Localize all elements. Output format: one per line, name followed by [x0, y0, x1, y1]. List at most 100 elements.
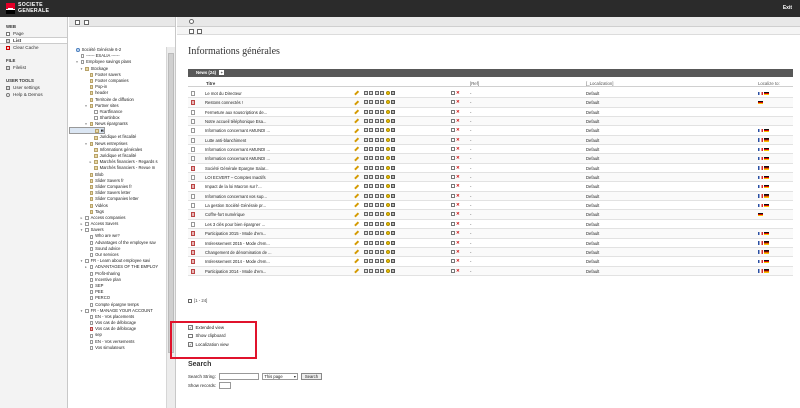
folder-icon[interactable]	[89, 97, 94, 102]
copy-icon[interactable]	[380, 109, 384, 114]
record-title[interactable]: Les 3 clés pour bien épargner ...	[205, 222, 265, 227]
record-title[interactable]: Information concernant AMUNDI ...	[205, 128, 270, 133]
move-icon[interactable]	[374, 259, 379, 264]
flag-fr-icon[interactable]	[758, 250, 763, 254]
globe-icon[interactable]	[76, 48, 80, 53]
view-icon[interactable]	[363, 128, 368, 133]
table-row[interactable]: Intéressement 2014 - Mode d'em... ✕ - Defau…	[188, 257, 793, 267]
folder-icon[interactable]	[89, 72, 94, 77]
expand-toggle-icon[interactable]: ▾	[85, 141, 88, 147]
move-icon[interactable]	[374, 119, 379, 124]
copy-icon[interactable]	[380, 100, 384, 105]
view-icon[interactable]	[363, 259, 368, 264]
table-row[interactable]: Participation 2015 - Mode d'em... ✕ - Defau…	[188, 229, 793, 239]
module-user-settings[interactable]: User settings	[0, 84, 67, 91]
search-input[interactable]	[218, 373, 259, 380]
view-icon[interactable]	[363, 268, 368, 273]
record-icon[interactable]	[191, 128, 195, 134]
expand-toggle-icon[interactable]: ▸	[89, 159, 92, 165]
link-icon[interactable]	[451, 221, 455, 226]
move-icon[interactable]	[374, 221, 379, 226]
flag-de-icon[interactable]	[764, 175, 769, 180]
folder-icon[interactable]	[89, 191, 94, 196]
copy-icon[interactable]	[380, 203, 384, 208]
hide-toggle-icon[interactable]	[385, 221, 390, 226]
hide-toggle-icon[interactable]	[385, 109, 390, 114]
flag-de-icon[interactable]	[764, 147, 769, 152]
view-icon[interactable]	[363, 249, 368, 254]
page-icon[interactable]	[89, 296, 94, 301]
hide-toggle-icon[interactable]	[385, 156, 390, 161]
delete-icon[interactable]	[391, 212, 395, 217]
record-icon[interactable]	[191, 184, 195, 190]
flag-fr-icon[interactable]	[758, 166, 763, 170]
edit-icon[interactable]	[354, 221, 359, 227]
refresh-icon[interactable]	[197, 28, 202, 34]
copy-icon[interactable]	[380, 119, 384, 124]
edit-icon[interactable]	[354, 202, 359, 208]
flag-de-icon[interactable]	[764, 91, 769, 95]
link-icon[interactable]	[451, 91, 455, 95]
table-row[interactable]: Notre accueil téléphonique Esa... ✕ - Defau…	[188, 117, 793, 127]
table-row[interactable]: Impact de la loi Macron sur l'... ✕ - Defau…	[188, 182, 793, 192]
page-icon[interactable]	[89, 284, 94, 289]
view-icon[interactable]	[189, 28, 194, 34]
delete-icon[interactable]	[391, 156, 395, 161]
new-page-icon[interactable]	[75, 20, 80, 25]
module-list[interactable]: List	[0, 37, 67, 44]
page-icon[interactable]	[89, 302, 94, 307]
edit-icon[interactable]	[354, 249, 359, 255]
edit-icon[interactable]	[354, 268, 359, 273]
record-title[interactable]: Notre accueil téléphonique Esa...	[205, 119, 266, 124]
copy-icon[interactable]	[380, 156, 384, 161]
flag-de-icon[interactable]	[758, 100, 763, 105]
view-icon[interactable]	[363, 137, 368, 142]
history-icon[interactable]	[369, 100, 373, 105]
table-row[interactable]: Intéressement 2015 - Mode d'em... ✕ - Defau…	[188, 239, 793, 248]
edit-icon[interactable]	[354, 174, 359, 180]
add-record-button[interactable]: +	[219, 70, 225, 76]
folder-icon[interactable]	[89, 141, 94, 146]
remove-icon[interactable]: ✕	[456, 118, 460, 123]
page-icon[interactable]	[85, 215, 89, 220]
page-icon[interactable]	[89, 265, 94, 270]
remove-icon[interactable]: ✕	[456, 128, 460, 133]
exit-button[interactable]: Exit	[783, 5, 792, 11]
record-title[interactable]: Intéressement 2014 - Mode d'em...	[205, 259, 270, 264]
history-icon[interactable]	[369, 184, 373, 189]
edit-icon[interactable]	[354, 165, 359, 171]
column-ref[interactable]: [Ref]	[470, 81, 479, 86]
tree-item[interactable]: Vos simulateurs	[69, 345, 167, 351]
copy-icon[interactable]	[380, 91, 384, 95]
record-icon[interactable]	[191, 231, 195, 237]
delete-icon[interactable]	[391, 231, 395, 236]
hide-toggle-icon[interactable]	[385, 193, 390, 198]
record-icon[interactable]	[191, 221, 195, 227]
copy-icon[interactable]	[380, 147, 384, 152]
folder-icon[interactable]	[89, 91, 94, 96]
history-icon[interactable]	[369, 231, 373, 236]
hide-toggle-icon[interactable]	[385, 203, 390, 208]
remove-icon[interactable]: ✕	[456, 221, 460, 226]
flag-fr-icon[interactable]	[758, 241, 763, 245]
flag-fr-icon[interactable]	[758, 128, 763, 133]
record-title[interactable]: Lutte anti-blanchiment	[205, 138, 246, 143]
view-icon[interactable]	[363, 231, 368, 236]
link-icon[interactable]	[451, 240, 455, 245]
link-icon[interactable]	[451, 268, 455, 273]
copy-icon[interactable]	[380, 212, 384, 217]
record-title[interactable]: Intéressement 2015 - Mode d'em...	[205, 241, 270, 246]
edit-icon[interactable]	[354, 156, 359, 161]
table-row[interactable]: La gestion Société Générale pr... ✕ - Defau…	[188, 201, 793, 211]
delete-icon[interactable]	[391, 128, 395, 133]
copy-icon[interactable]	[380, 249, 384, 254]
folder-icon[interactable]	[95, 128, 99, 133]
delete-icon[interactable]	[391, 240, 395, 245]
remove-icon[interactable]: ✕	[456, 230, 460, 235]
flag-de-icon[interactable]	[764, 269, 769, 273]
remove-icon[interactable]: ✕	[456, 109, 460, 114]
record-icon[interactable]	[191, 91, 195, 96]
delete-icon[interactable]	[391, 249, 395, 254]
delete-icon[interactable]	[391, 184, 395, 189]
hide-toggle-icon[interactable]	[385, 259, 390, 264]
